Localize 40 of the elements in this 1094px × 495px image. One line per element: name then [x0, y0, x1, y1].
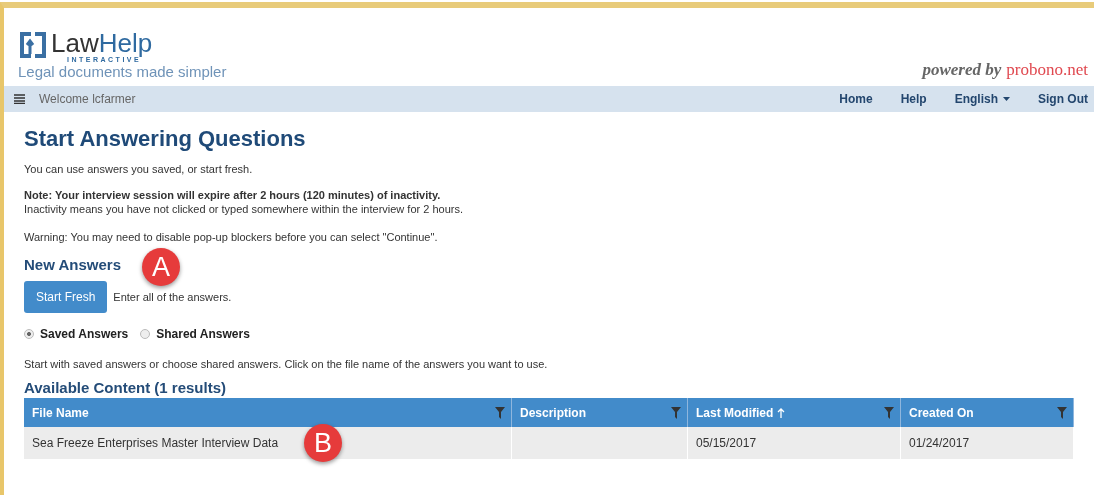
powered-by-text: powered by — [922, 60, 1002, 79]
filter-icon[interactable] — [884, 406, 894, 419]
radio-button[interactable] — [24, 329, 34, 339]
tagline: Legal documents made simpler — [18, 63, 227, 80]
note-detail: Inactivity means you have not clicked or typed somewhere within the interview for 2 hours. — [24, 202, 464, 216]
table-cell: 01/24/2017 — [901, 427, 1074, 459]
column-header[interactable]: Last Modified — [688, 398, 901, 427]
filter-icon[interactable] — [1057, 406, 1067, 419]
page-title: Start Answering Questions — [24, 126, 307, 152]
welcome-text: Welcome lcfarmer — [39, 92, 137, 106]
column-header[interactable]: Created On — [901, 398, 1074, 427]
table-title: Available Content (1 results) — [24, 379, 226, 396]
table-cell[interactable]: Sea Freeze Enterprises Master Interview Data B — [24, 427, 512, 459]
radio-label[interactable]: Saved Answers — [40, 327, 129, 341]
filter-icon[interactable] — [671, 406, 681, 419]
warning-text: Warning: You may need to disable pop-up blockers before you can select "Continue". — [24, 230, 439, 244]
filter-icon[interactable] — [495, 406, 505, 419]
caret-icon — [1003, 97, 1010, 101]
logo-text: Law — [51, 28, 99, 58]
radio-label[interactable]: Shared Answers — [156, 327, 250, 341]
radio-button[interactable] — [140, 329, 151, 339]
nav-link[interactable]: Sign Out — [1038, 92, 1088, 106]
note-text: Note: Your interview session will expire after 2 hours (120 minutes) of inactivity. — [24, 188, 442, 202]
intro-text: You can use answers you saved, or start fresh. — [24, 162, 254, 176]
callout-badge: A — [142, 248, 180, 286]
start-fresh-button[interactable]: Start Fresh — [24, 281, 108, 313]
section-heading: New Answers — [24, 256, 121, 273]
hint-text: Enter all of the answers. — [113, 291, 232, 303]
table-cell: 05/15/2017 — [688, 427, 901, 459]
menu-icon[interactable] — [14, 94, 25, 104]
logo-icon — [18, 30, 48, 60]
brand-link[interactable]: probono.net — [1006, 60, 1088, 79]
column-header[interactable]: File Name — [24, 398, 512, 427]
callout-badge: B — [304, 424, 342, 462]
nav-link[interactable]: Help — [900, 92, 927, 106]
column-header[interactable]: Description — [512, 398, 688, 427]
instructions-text: Start with saved answers or choose shared answers. Click on the file name of the answers you want to use. — [24, 357, 549, 371]
nav-link[interactable]: Home — [839, 92, 873, 106]
nav-link[interactable]: English — [954, 92, 1010, 106]
logo-text: Help — [98, 28, 153, 58]
